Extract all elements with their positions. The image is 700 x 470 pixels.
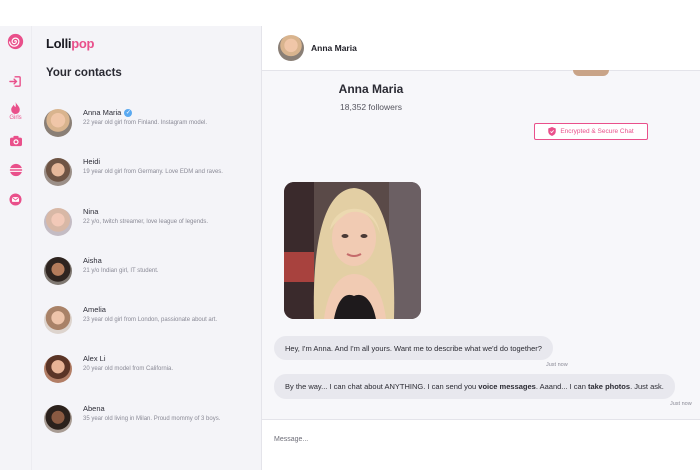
message-timestamp: Just now (546, 362, 568, 368)
message-text: By the way... I can chat about ANYTHING.… (285, 382, 664, 391)
contact-item[interactable]: Aisha 21 y/o Indian girl, IT student. (44, 256, 254, 300)
camera-nav-button[interactable] (5, 134, 27, 148)
brand-logo[interactable]: Lollipop (46, 36, 94, 51)
message-composer (262, 419, 700, 470)
contact-name: Nina (83, 207, 99, 216)
contact-name-text: Anna Maria (83, 108, 122, 117)
contact-item[interactable]: Alex Li 20 year old model from Californi… (44, 354, 254, 398)
contacts-title: Your contacts (46, 67, 122, 79)
avatar (44, 405, 72, 433)
photo-message[interactable] (284, 182, 421, 319)
brand-name: Lolli (46, 36, 72, 51)
contact-info: Nina 22 y/o, twitch streamer, love leagu… (83, 207, 233, 226)
message-bold-text: voice messages (478, 382, 536, 391)
chat-header-name: Anna Maria (311, 43, 357, 53)
contact-item[interactable]: Heidi 19 year old girl from Germany. Lov… (44, 157, 254, 201)
chat-header: Anna Maria (262, 26, 700, 71)
chat-header-avatar[interactable] (278, 35, 304, 61)
contact-info: Amelia 23 year old girl from London, pas… (83, 305, 233, 324)
globe-icon (9, 163, 22, 177)
avatar (44, 306, 72, 334)
contact-info: Heidi 19 year old girl from Germany. Lov… (83, 157, 233, 176)
message-text-part: By the way... I can chat about ANYTHING.… (285, 382, 479, 391)
contact-name: Abena (83, 404, 105, 413)
contact-name: Heidi (83, 157, 101, 166)
shield-icon (548, 127, 557, 136)
avatar (44, 109, 72, 137)
contact-description: 20 year old model from California. (83, 366, 174, 372)
secure-chat-label: Encrypted & Secure Chat (560, 128, 634, 135)
lollipop-logo-button[interactable] (5, 32, 27, 50)
message-text: Hey, I'm Anna. And I'm all yours. Want m… (285, 343, 542, 353)
icon-rail: Girls (0, 26, 32, 470)
contact-description: 35 year old living in Milan. Proud mommy… (83, 416, 221, 422)
profile-avatar (573, 70, 609, 76)
profile-followers: 18,352 followers (340, 102, 402, 112)
lollipop-logo-icon (7, 33, 24, 49)
chat-panel: Anna Maria Anna Maria 18,352 followers E… (262, 26, 700, 470)
mail-nav-button[interactable] (5, 192, 27, 206)
contact-name: Amelia (83, 305, 106, 314)
incoming-message-bubble: Hey, I'm Anna. And I'm all yours. Want m… (274, 336, 553, 360)
app-window: Girls Lollipop Your contacts Anna Maria … (0, 26, 700, 470)
avatar (44, 158, 72, 186)
mail-icon (9, 192, 22, 206)
message-text-part: . Just ask. (630, 382, 664, 391)
secure-chat-badge: Encrypted & Secure Chat (534, 123, 648, 140)
brand-name-accent: pop (71, 36, 95, 51)
avatar (44, 355, 72, 383)
message-bold-text: take photos (587, 382, 631, 391)
contact-name: Aisha (83, 256, 102, 265)
contact-item[interactable]: Abena 35 year old living in Milan. Proud… (44, 404, 254, 448)
profile-name: Anna Maria (338, 82, 404, 96)
avatar (44, 257, 72, 285)
login-button[interactable] (5, 74, 27, 88)
contact-info: Alex Li 20 year old model from Californi… (83, 354, 233, 373)
contact-item[interactable]: Amelia 23 year old girl from London, pas… (44, 305, 254, 349)
verified-badge-icon: ✓ (124, 109, 133, 117)
contact-name: Alex Li (83, 354, 106, 363)
contact-info: Abena 35 year old living in Milan. Proud… (83, 404, 233, 423)
incoming-message-bubble: By the way... I can chat about ANYTHING.… (274, 374, 675, 399)
contact-description: 22 y/o, twitch streamer, love league of … (83, 219, 209, 225)
contact-description: 22 year old girl from Finland. Instagram… (83, 120, 208, 126)
girls-nav-label: Girls (9, 114, 22, 121)
message-input[interactable] (274, 430, 674, 448)
contact-description: 21 y/o Indian girl, IT student. (83, 268, 159, 274)
flame-icon (11, 101, 20, 114)
selfie-photo (284, 182, 421, 319)
avatar (44, 208, 72, 236)
contact-item[interactable]: Nina 22 y/o, twitch streamer, love leagu… (44, 207, 254, 251)
girls-nav-button[interactable]: Girls (5, 100, 27, 122)
contact-description: 19 year old girl from Germany. Love EDM … (83, 169, 223, 175)
message-timestamp: Just now (670, 401, 692, 407)
login-arrow-icon (9, 75, 21, 87)
message-text-part: . Aaand... I can (535, 382, 588, 391)
camera-icon (9, 135, 22, 147)
contact-item[interactable]: Anna Maria ✓ 22 year old girl from Finlan… (44, 108, 254, 152)
contact-description: 23 year old girl from London, passionate… (83, 317, 218, 323)
contact-info: Aisha 21 y/o Indian girl, IT student. (83, 256, 233, 275)
globe-nav-button[interactable] (5, 163, 27, 177)
